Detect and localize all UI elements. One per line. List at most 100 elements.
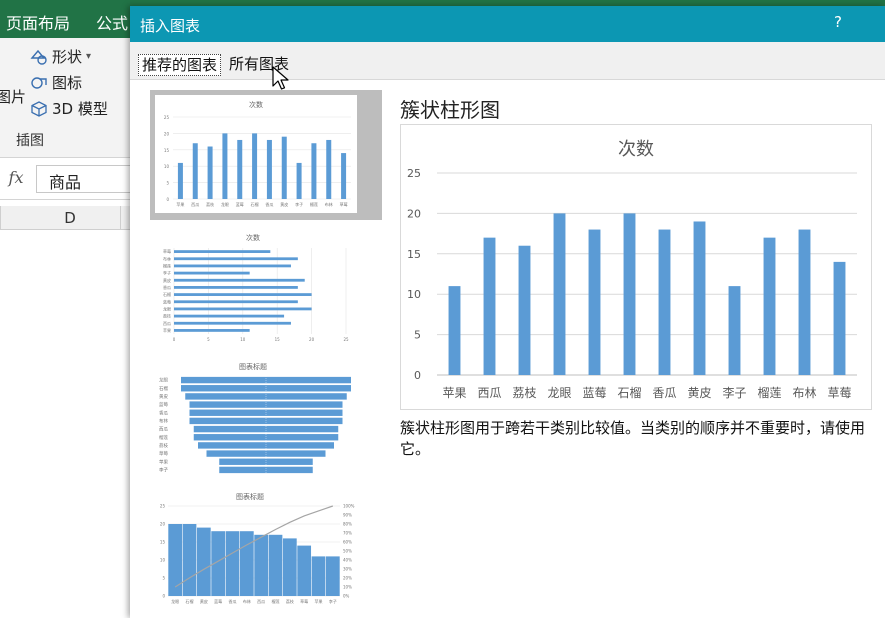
thumbnail-clustered-bar[interactable]: 次数 0 5 10 15 20 25 草莓 布林 榴莲 李子 黄皮 香瓜 石榴 蓝莓 龙眼 荔枝 西瓜 苹果 xyxy=(150,228,382,352)
column-header-row: D xyxy=(0,206,140,230)
y-tick-label: 西瓜 xyxy=(159,427,168,433)
y-tick-label: 蓝莓 xyxy=(159,401,168,408)
bar xyxy=(174,307,312,311)
y-tick-label: 25 xyxy=(407,167,421,180)
y-tick-label: 10 xyxy=(160,558,166,563)
bar xyxy=(239,531,254,596)
3d-model-label: 3D 模型 xyxy=(52,100,108,118)
bar xyxy=(297,545,312,596)
bar xyxy=(196,527,211,596)
y2-tick-label: 80% xyxy=(343,522,352,527)
x-tick-label: 李子 xyxy=(295,201,303,207)
x-tick-label: 荔枝 xyxy=(512,385,536,400)
bar xyxy=(325,556,340,596)
x-tick-label: 香瓜 xyxy=(652,386,676,400)
y2-tick-label: 40% xyxy=(343,558,352,563)
x-tick-label: 苹果 xyxy=(315,598,323,604)
bar xyxy=(174,300,298,304)
y-tick-label: 25 xyxy=(164,115,170,120)
bar xyxy=(174,286,298,289)
y-tick-label: 榴莲 xyxy=(159,434,168,441)
bar xyxy=(296,162,302,199)
x-tick-label: 15 xyxy=(275,337,281,342)
y-tick-label: 15 xyxy=(160,540,166,545)
y-tick-label: 草莓 xyxy=(159,450,168,457)
recommended-chart-list[interactable]: 次数 0 5 10 15 20 25 苹果 西瓜 荔枝 龙眼 蓝莓 石榴 香瓜 黄皮 李子 榴莲 布林 草莓 次数… xyxy=(150,90,386,618)
dialog-tab-bar: 推荐的图表 所有图表 xyxy=(130,42,885,80)
bar xyxy=(174,293,312,296)
x-tick-label: 西瓜 xyxy=(257,599,265,604)
bar xyxy=(177,162,183,199)
thumbnail-title: 图表标题 xyxy=(236,492,264,501)
bar xyxy=(798,229,811,375)
thumbnail-clustered-column[interactable]: 次数 0 5 10 15 20 25 苹果 西瓜 荔枝 龙眼 蓝莓 石榴 香瓜 黄皮 李子 榴莲 布林 草莓 xyxy=(150,90,382,220)
chart-description: 簇状柱形图用于跨若干类别比较值。当类别的顺序并不重要时，请使用它。 xyxy=(400,419,866,458)
y-tick-label: 榴莲 xyxy=(163,262,171,268)
x-tick-label: 榴莲 xyxy=(757,386,781,400)
y-tick-label: 10 xyxy=(164,164,170,169)
y-tick-label: 5 xyxy=(166,181,169,186)
help-button[interactable]: ? xyxy=(828,13,848,35)
x-tick-label: 草莓 xyxy=(827,386,851,400)
bar xyxy=(341,153,347,199)
x-tick-label: 25 xyxy=(343,337,349,342)
y2-tick-label: 100% xyxy=(343,504,355,509)
bar xyxy=(658,229,671,375)
x-tick-label: 黄皮 xyxy=(687,386,711,400)
y-tick-label: 石榴 xyxy=(159,385,168,392)
pictures-button[interactable]: 图片 xyxy=(0,86,26,107)
y-tick-label: 20 xyxy=(164,131,170,136)
thumbnail-clustered-bar-chart: 次数 0 5 10 15 20 25 草莓布林榴莲李子黄皮香瓜石榴蓝莓龙眼荔枝西瓜苹果 xyxy=(163,233,349,342)
cell-content-field[interactable]: 商品 xyxy=(36,165,134,193)
column-header-d[interactable]: D xyxy=(0,206,140,230)
x-tick-label: 西瓜 xyxy=(191,202,199,207)
y-tick-label: 10 xyxy=(407,288,421,301)
x-tick-label: 荔枝 xyxy=(206,201,214,207)
thumbnail-funnel[interactable]: 图表标题 龙眼 石榴 黄皮 蓝莓 香瓜 布林 西瓜 榴莲 荔枝 草莓 苹果 李子 xyxy=(150,358,382,482)
x-tick-label: 榴莲 xyxy=(272,598,280,604)
y-tick-label: 黄皮 xyxy=(159,393,168,400)
bar xyxy=(281,136,287,199)
y-tick-label: 15 xyxy=(407,248,421,261)
y-tick-label: 0 xyxy=(166,197,169,202)
x-tick-label: 龙眼 xyxy=(171,598,179,604)
cube-icon xyxy=(31,100,47,117)
y-tick-label: 25 xyxy=(160,504,166,509)
y-tick-label: 20 xyxy=(407,207,421,220)
x-tick-label: 布林 xyxy=(325,201,333,207)
bar xyxy=(266,139,272,199)
bar xyxy=(168,524,183,596)
pictures-label: 图片 xyxy=(0,88,27,106)
3d-model-button[interactable]: 3D 模型 xyxy=(30,98,108,119)
x-tick-label: 0 xyxy=(173,337,176,342)
ribbon-tab-formulas[interactable]: 公式 xyxy=(96,10,128,34)
y2-tick-label: 30% xyxy=(343,567,352,572)
fx-button[interactable]: fx xyxy=(2,168,30,192)
bar xyxy=(182,524,197,596)
bar xyxy=(483,237,496,375)
shapes-button[interactable]: 形状 ▾ xyxy=(30,46,91,67)
y2-tick-label: 70% xyxy=(343,531,352,536)
formula-bar: fx 商品 xyxy=(0,160,140,200)
bar xyxy=(174,271,250,275)
bar xyxy=(174,329,250,332)
icons-button[interactable]: 图标 xyxy=(30,72,82,93)
shapes-label: 形状 xyxy=(52,48,83,66)
bar xyxy=(219,458,313,465)
tab-recommended-charts[interactable]: 推荐的图表 xyxy=(138,54,222,76)
bar xyxy=(728,286,741,375)
y-tick-label: 荔枝 xyxy=(163,313,171,319)
x-tick-label: 黄皮 xyxy=(280,201,288,207)
shapes-icon xyxy=(30,49,47,65)
thumbnail-pareto[interactable]: 图表标题 0 5 10 15 20 25 0% 10% 20% 30% 40% 50% 60% 70% 80… xyxy=(150,488,382,618)
x-tick-label: 李子 xyxy=(722,385,746,400)
y-tick-label: 龙眼 xyxy=(159,377,168,384)
x-tick-label: 20 xyxy=(309,337,315,342)
insert-chart-dialog: 插入图表 ? 推荐的图表 所有图表 次数 0 5 10 15 20 25 苹果 西瓜 荔枝 龙眼蓝… xyxy=(130,6,885,618)
bar xyxy=(225,531,240,596)
chart-preview: 次数 0 5 10 15 20 25 苹果 西瓜 荔枝 龙眼 蓝莓 石榴 香瓜 黄皮 李子 榴莲 布林 草莓 xyxy=(400,124,872,410)
x-tick-label: 荔枝 xyxy=(286,598,294,604)
ribbon-tab-page-layout[interactable]: 页面布局 xyxy=(6,10,70,34)
bar xyxy=(282,538,297,596)
y-tick-label: 15 xyxy=(164,148,170,153)
